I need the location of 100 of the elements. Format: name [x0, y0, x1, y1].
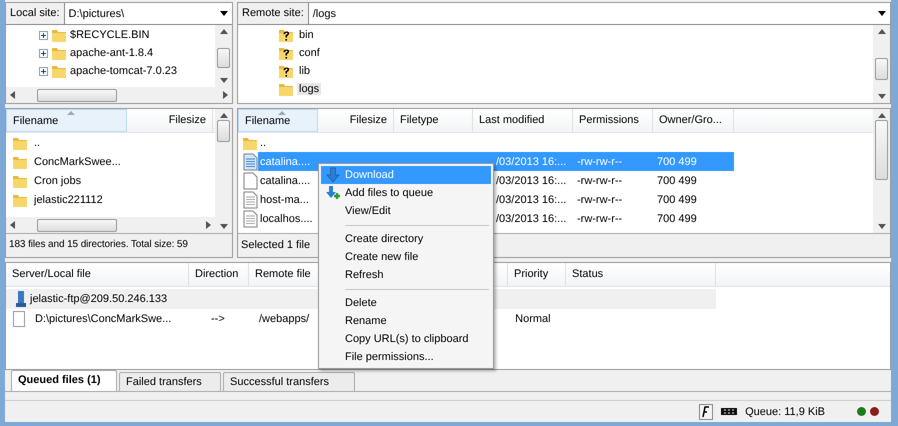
tree-item[interactable]: apache-ant-1.8.4 [70, 47, 154, 59]
scroll-thumb[interactable] [37, 88, 117, 102]
scrollbar[interactable] [215, 25, 232, 87]
scroll-down-icon [220, 78, 228, 83]
file-name[interactable]: jelastic221112 [28, 194, 107, 206]
tab[interactable]: Queued files (1) [11, 370, 117, 391]
scroll-thumb[interactable] [217, 120, 230, 142]
folder-icon [51, 63, 67, 79]
folder-icon [51, 45, 67, 61]
filter-icon [699, 404, 714, 420]
scrollbar[interactable] [6, 217, 215, 233]
owner-cell-text: 700 499 [656, 156, 698, 168]
expand-icon[interactable] [39, 30, 48, 40]
tree-item[interactable]: conf [297, 47, 322, 59]
question-folder-icon [278, 63, 294, 79]
expand-icon[interactable] [39, 48, 48, 58]
tree-item[interactable]: lib [297, 65, 312, 77]
file-icon [242, 172, 258, 190]
scroll-left-icon [10, 221, 15, 229]
column-header[interactable]: Filesize [127, 109, 213, 132]
scrollbar[interactable] [873, 109, 890, 233]
menu-item[interactable]: Copy URL(s) to clipboard [321, 330, 491, 348]
menu-item[interactable]: Add files to queue [321, 184, 491, 202]
permissions-cell-text: -rw-rw-r-- [576, 174, 624, 186]
owner-cell-text: 700 499 [656, 212, 698, 224]
scroll-down-icon [878, 94, 886, 99]
menu-item[interactable]: Delete [321, 294, 491, 312]
folder-icon [51, 27, 67, 43]
column-header[interactable]: Server/Local file [6, 263, 189, 286]
tab[interactable]: Failed transfers [119, 372, 221, 391]
folder-icon [278, 81, 294, 97]
dropdown-caret-icon [220, 11, 228, 16]
queue-size: Queue: 11,9 KiB [745, 406, 825, 418]
text-file-icon [242, 190, 258, 208]
question-folder-icon [278, 27, 294, 43]
column-header[interactable]: Permissions [573, 109, 653, 132]
server-name[interactable]: jelastic-ftp@209.50.246.133 [26, 293, 172, 305]
file-name[interactable]: .. [258, 136, 268, 148]
scroll-right-icon [206, 221, 211, 229]
scrollbar[interactable] [6, 87, 232, 103]
scroll-up-icon [878, 113, 886, 118]
scroll-down-icon [220, 224, 228, 229]
scroll-right-icon [223, 91, 228, 99]
file-path[interactable]: D:\pictures\ConcMarkSwe... [25, 313, 195, 325]
owner-cell-text: 700 499 [656, 194, 698, 206]
column-header[interactable]: Filesize [318, 109, 394, 132]
file-name[interactable]: Cron jobs [28, 174, 86, 186]
menu-item[interactable]: Rename [321, 312, 491, 330]
modified-cell-text: /03/2013 16:... [496, 174, 568, 186]
field-label: Local site: [6, 3, 65, 24]
text-file-icon [242, 152, 258, 170]
menu-item[interactable]: File permissions... [321, 348, 491, 366]
file-name[interactable]: catalina.... [258, 174, 316, 186]
file-icon [13, 311, 25, 327]
column-header[interactable]: Status [566, 263, 716, 286]
modified-cell-text: /03/2013 16:... [496, 194, 568, 206]
file-name[interactable]: localhos.... [258, 212, 316, 224]
permissions-cell-text: -rw-rw-r-- [576, 194, 624, 206]
column-header[interactable]: Filename [238, 109, 318, 132]
ssl-icon [721, 408, 738, 415]
column-header[interactable]: Filename [6, 109, 127, 132]
tree-item[interactable]: logs [297, 83, 322, 95]
sort-icon [66, 111, 74, 115]
scroll-thumb[interactable] [217, 48, 230, 68]
status-text: 183 files and 15 directories. Total size: 59 [6, 233, 232, 257]
menu-item[interactable]: Create directory [321, 230, 491, 248]
menu-item[interactable]: Refresh [321, 266, 491, 284]
file-path[interactable]: /webapps/ [255, 313, 314, 325]
tab[interactable]: Successful transfers [223, 372, 355, 391]
column-header[interactable]: Last modified [473, 109, 573, 132]
expand-icon[interactable] [39, 66, 48, 76]
scrollbar[interactable] [215, 109, 232, 233]
column-header[interactable]: Direction [189, 263, 249, 286]
scrollbar[interactable] [873, 25, 890, 103]
scroll-up-icon [878, 29, 886, 34]
file-name[interactable]: host-ma... [258, 194, 316, 206]
menu-item[interactable]: View/Edit [321, 202, 491, 220]
sort-icon [278, 111, 286, 115]
column-header[interactable]: Filetype [394, 109, 473, 132]
column-header[interactable]: Owner/Gro... [653, 109, 734, 132]
scroll-up-icon [220, 29, 228, 34]
download-icon [325, 167, 341, 183]
tree-item[interactable]: apache-tomcat-7.0.23 [70, 65, 178, 77]
priority-text: Normal [514, 313, 552, 325]
scroll-thumb[interactable] [875, 120, 888, 180]
add-download-icon [325, 185, 341, 201]
tree-item[interactable]: $RECYCLE.BIN [70, 29, 150, 41]
file-name[interactable]: ConcMarkSwee... [28, 156, 125, 168]
scroll-down-icon [878, 224, 886, 229]
scroll-thumb[interactable] [37, 218, 117, 232]
tree-item[interactable]: bin [297, 29, 316, 41]
field-label: Remote site: [238, 3, 309, 24]
column-header[interactable]: Priority [508, 263, 566, 286]
direction-text: --> [210, 313, 226, 325]
owner-cell-text: 700 499 [656, 174, 698, 186]
question-folder-icon [278, 45, 294, 61]
scroll-up-icon [220, 113, 228, 118]
file-name[interactable]: .. [28, 136, 44, 148]
permissions-cell-text: -rw-rw-r-- [576, 212, 624, 224]
scroll-thumb[interactable] [875, 58, 888, 80]
